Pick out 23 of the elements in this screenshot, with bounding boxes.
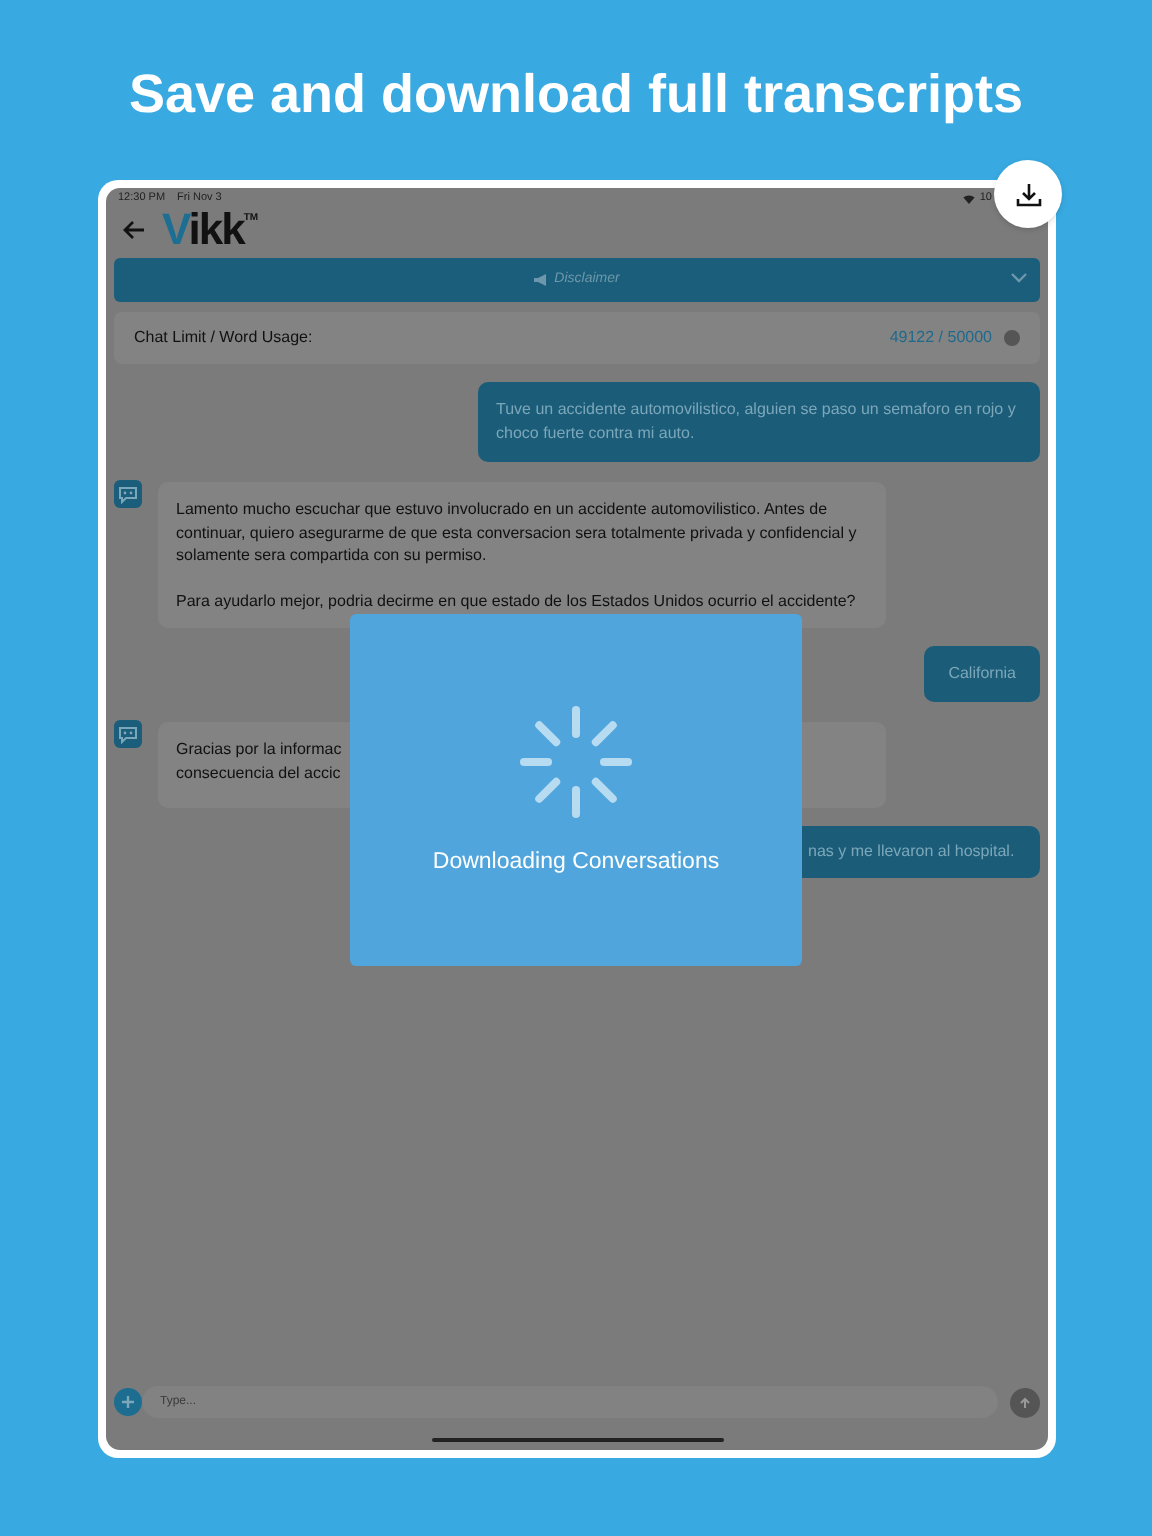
- plus-icon: [120, 1394, 136, 1410]
- message-text: Para ayudarlo mejor, podria decirme en que estado de los Estados Unidos ocurrio el accidente?: [176, 589, 858, 612]
- help-icon[interactable]: [1004, 330, 1020, 346]
- message-text: Lamento mucho escuchar que estuvo involucrado en un accidente automovilistico. Antes de continuar, quiero asegurarme de que esta conversacion sera totalmente privada y confidencial y solamente sera compartida con su permiso.: [176, 498, 859, 567]
- arrow-up-icon: [1018, 1395, 1032, 1409]
- back-arrow-icon[interactable]: [122, 220, 146, 240]
- chatbot-icon: [114, 720, 142, 748]
- download-button[interactable]: [994, 160, 1062, 228]
- megaphone-icon: [534, 274, 549, 286]
- headline: Save and download full transcripts: [126, 62, 1026, 128]
- message-text: consecuencia del accic: [176, 761, 343, 784]
- loading-spinner-icon: [520, 706, 632, 818]
- chatbot-icon: [114, 480, 142, 508]
- message-bubble: Tuve un accidente automovilistico, alguien se paso un semaforo en rojo y choco fuerte contra mi auto.: [478, 382, 1040, 462]
- wifi-icon: [961, 194, 976, 204]
- usage-value: 49122 / 50000: [889, 326, 992, 350]
- add-button[interactable]: [114, 1388, 142, 1416]
- message-text: Gracias por la informac: [176, 738, 344, 761]
- download-icon: [1015, 181, 1041, 207]
- logo-text: Vikk: [162, 208, 244, 252]
- message-bubble: California: [924, 646, 1040, 702]
- send-button[interactable]: [1010, 1387, 1040, 1417]
- usage-label: Chat Limit / Word Usage:: [134, 326, 315, 350]
